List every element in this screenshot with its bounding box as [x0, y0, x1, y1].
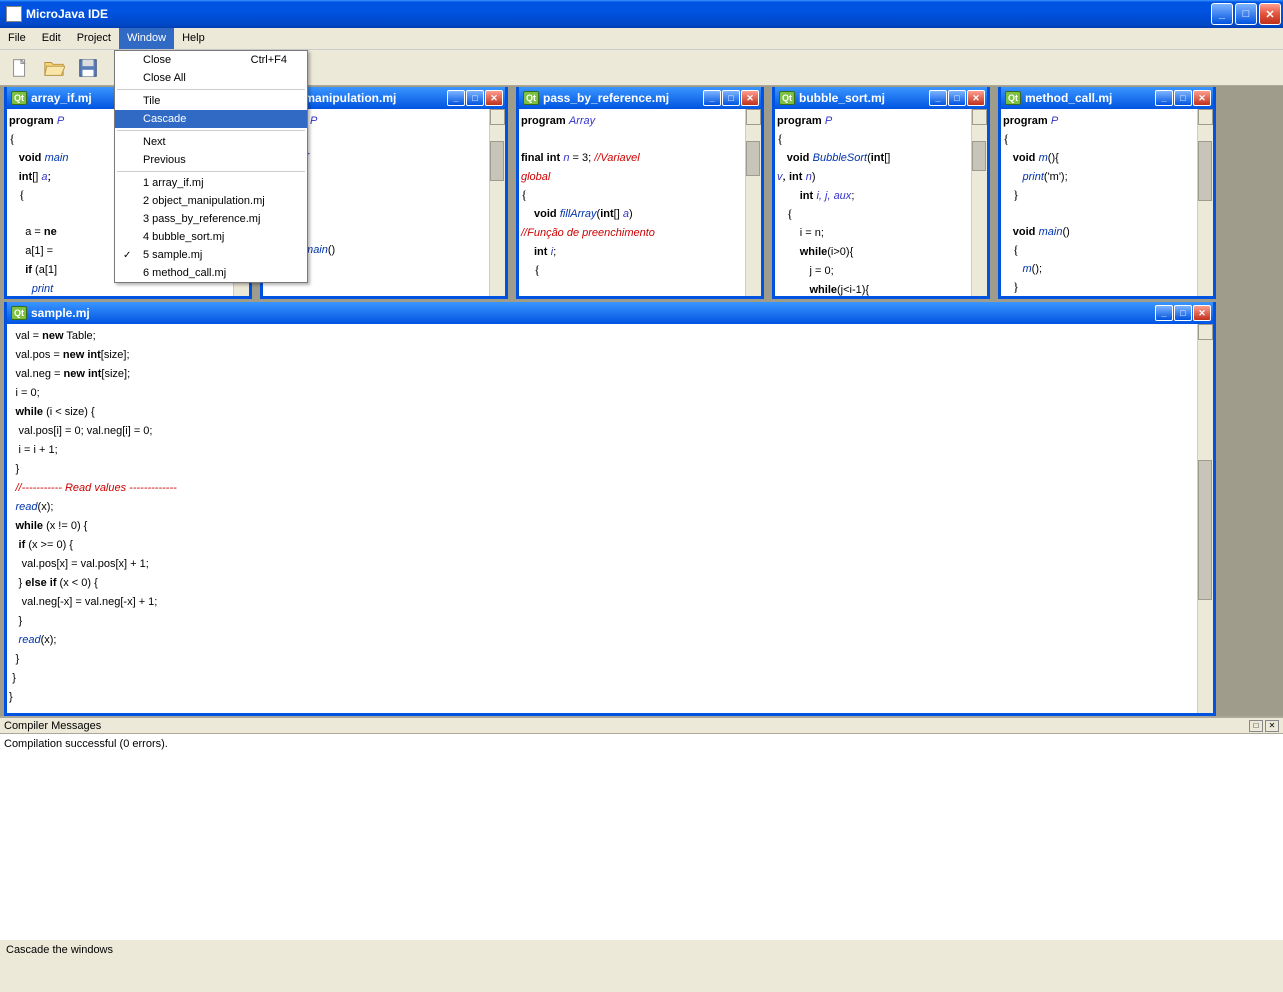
check-icon: ✓ — [123, 250, 131, 261]
mdi-maximize-button[interactable]: □ — [1174, 90, 1192, 106]
app-icon — [6, 6, 22, 22]
compiler-header: Compiler Messages □ ✕ — [0, 718, 1283, 734]
mdi-close-button[interactable]: ✕ — [967, 90, 985, 106]
minimize-button[interactable]: _ — [1211, 3, 1233, 25]
mdi-window-sample[interactable]: Qt sample.mj _ □ ✕ val = new Table; val.… — [4, 302, 1216, 716]
menu-window-4[interactable]: 4 bubble_sort.mj — [115, 228, 307, 246]
menu-close[interactable]: CloseCtrl+F4 — [115, 51, 307, 69]
code-editor[interactable]: program P { void BubbleSort(int[] v, int… — [775, 109, 987, 296]
mdi-title: bubble_sort.mj — [799, 91, 929, 105]
qt-icon: Qt — [779, 91, 795, 105]
menu-separator — [117, 171, 305, 172]
menu-separator — [117, 130, 305, 131]
mdi-title: ct_manipulation.mj — [287, 91, 447, 105]
mdi-close-button[interactable]: ✕ — [1193, 90, 1211, 106]
menubar: File Edit Project Window Help — [0, 28, 1283, 50]
mdi-window-method-call[interactable]: Qt method_call.mj _ □ ✕ program P { void… — [998, 87, 1216, 299]
mdi-maximize-button[interactable]: □ — [722, 90, 740, 106]
menu-help[interactable]: Help — [174, 28, 213, 49]
mdi-titlebar[interactable]: Qt method_call.mj _ □ ✕ — [1001, 87, 1213, 109]
open-folder-icon — [43, 57, 65, 79]
window-controls: _ □ ✕ — [1211, 3, 1281, 25]
close-button[interactable]: ✕ — [1259, 3, 1281, 25]
mdi-titlebar[interactable]: Qt pass_by_reference.mj _ □ ✕ — [519, 87, 761, 109]
compiler-output[interactable]: Compilation successful (0 errors). — [0, 734, 1283, 939]
mdi-close-button[interactable]: ✕ — [741, 90, 759, 106]
mdi-title: method_call.mj — [1025, 91, 1155, 105]
mdi-minimize-button[interactable]: _ — [929, 90, 947, 106]
menu-project[interactable]: Project — [69, 28, 119, 49]
maximize-button[interactable]: □ — [1235, 3, 1257, 25]
code-editor[interactable]: program P { void m(){ print('m'); } void… — [1001, 109, 1213, 296]
menu-tile[interactable]: Tile — [115, 92, 307, 110]
panel-dock-button[interactable]: □ — [1249, 720, 1263, 732]
statusbar: Cascade the windows — [0, 939, 1283, 959]
code-editor[interactable]: program Array final int n = 3; //Variave… — [519, 109, 761, 296]
mdi-window-bubble-sort[interactable]: Qt bubble_sort.mj _ □ ✕ program P { void… — [772, 87, 990, 299]
save-icon — [77, 57, 99, 79]
menu-cascade[interactable]: Cascade — [115, 110, 307, 128]
mdi-title: sample.mj — [31, 306, 1155, 320]
app-title: MicroJava IDE — [26, 7, 1211, 21]
compiler-message: Compilation successful (0 errors). — [4, 738, 168, 750]
mdi-minimize-button[interactable]: _ — [447, 90, 465, 106]
menu-previous[interactable]: Previous — [115, 151, 307, 169]
menu-separator — [117, 89, 305, 90]
menu-file[interactable]: File — [0, 28, 34, 49]
mdi-maximize-button[interactable]: □ — [466, 90, 484, 106]
statusbar-text: Cascade the windows — [6, 944, 113, 956]
menu-window-3[interactable]: 3 pass_by_reference.mj — [115, 210, 307, 228]
new-file-icon — [9, 57, 31, 79]
menu-edit[interactable]: Edit — [34, 28, 69, 49]
mdi-title: pass_by_reference.mj — [543, 91, 703, 105]
qt-icon: Qt — [11, 91, 27, 105]
window-menu-dropdown: CloseCtrl+F4 Close All Tile Cascade Next… — [114, 50, 308, 283]
code-editor[interactable]: val = new Table; val.pos = new int[size]… — [7, 324, 1213, 713]
mdi-titlebar[interactable]: Qt sample.mj _ □ ✕ — [7, 302, 1213, 324]
qt-icon: Qt — [1005, 91, 1021, 105]
menu-close-all[interactable]: Close All — [115, 69, 307, 87]
mdi-maximize-button[interactable]: □ — [948, 90, 966, 106]
qt-icon: Qt — [11, 306, 27, 320]
main-titlebar: MicroJava IDE _ □ ✕ — [0, 0, 1283, 28]
save-file-button[interactable] — [74, 54, 102, 82]
menu-window-1[interactable]: 1 array_if.mj — [115, 174, 307, 192]
mdi-titlebar[interactable]: Qt bubble_sort.mj _ □ ✕ — [775, 87, 987, 109]
open-file-button[interactable] — [40, 54, 68, 82]
menu-next[interactable]: Next — [115, 133, 307, 151]
mdi-close-button[interactable]: ✕ — [485, 90, 503, 106]
mdi-maximize-button[interactable]: □ — [1174, 305, 1192, 321]
menu-window-2[interactable]: 2 object_manipulation.mj — [115, 192, 307, 210]
mdi-close-button[interactable]: ✕ — [1193, 305, 1211, 321]
menu-window[interactable]: Window — [119, 28, 174, 49]
new-file-button[interactable] — [6, 54, 34, 82]
compiler-panel: Compiler Messages □ ✕ Compilation succes… — [0, 716, 1283, 939]
mdi-minimize-button[interactable]: _ — [1155, 90, 1173, 106]
menu-window-6[interactable]: 6 method_call.mj — [115, 264, 307, 282]
compiler-header-label: Compiler Messages — [4, 720, 101, 732]
menu-window-5[interactable]: ✓5 sample.mj — [115, 246, 307, 264]
qt-icon: Qt — [523, 91, 539, 105]
panel-close-button[interactable]: ✕ — [1265, 720, 1279, 732]
mdi-minimize-button[interactable]: _ — [1155, 305, 1173, 321]
mdi-window-pass-by-reference[interactable]: Qt pass_by_reference.mj _ □ ✕ program Ar… — [516, 87, 764, 299]
mdi-minimize-button[interactable]: _ — [703, 90, 721, 106]
